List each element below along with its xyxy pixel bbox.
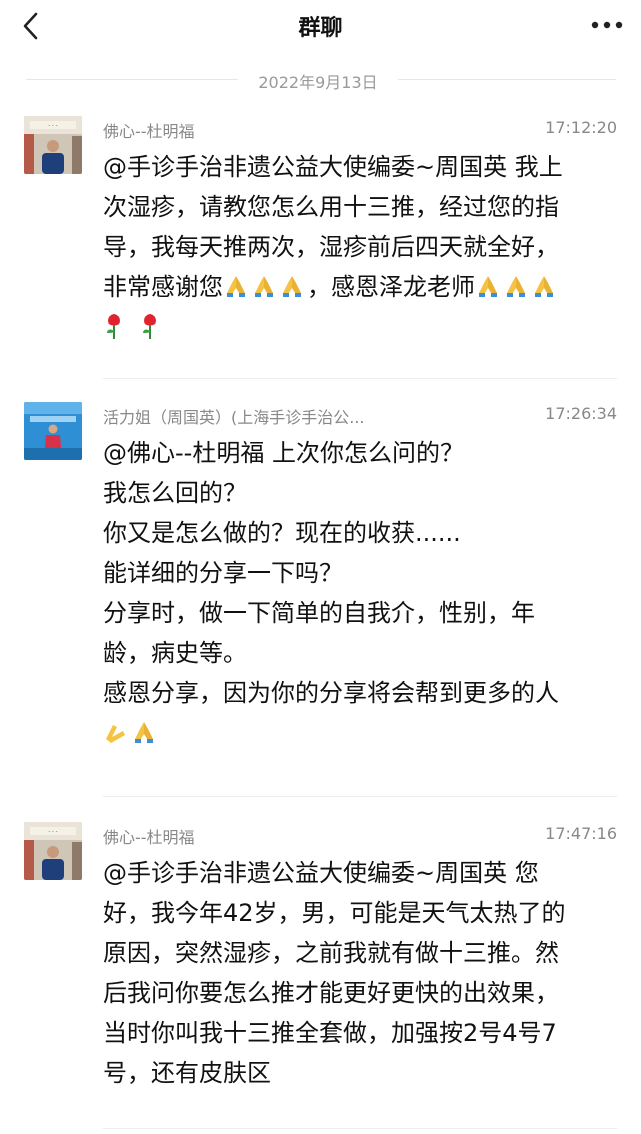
- message-line: 能详细的分享一下吗？: [103, 559, 343, 587]
- message-line: 分享时，做一下简单的自我介，性别，年: [103, 599, 535, 627]
- sender-name[interactable]: 活力姐（周国英）(上海手诊手治公...: [103, 404, 403, 428]
- date-separator: 2022年9月13日: [0, 66, 641, 92]
- message-text: @手诊手治非遗公益大使编委~周国英 您 好，我今年42岁，男，可能是天气太热了的…: [103, 853, 613, 1093]
- message-line: 原因，突然湿疹，之前我就有做十三推。然: [103, 939, 559, 967]
- message-line: [103, 307, 613, 347]
- sender-name[interactable]: 佛心--杜明福: [103, 824, 403, 848]
- message-item: 活力姐（周国英）(上海手诊手治公... 17:26:34 @佛心--杜明福 上次…: [0, 402, 641, 802]
- message-line: 非常感谢您 ，感恩泽龙老师: [103, 267, 613, 307]
- folded-hands-emoji: [535, 276, 553, 297]
- date-label: 2022年9月13日: [258, 73, 378, 92]
- divider: [103, 378, 617, 379]
- folded-hands-emoji: [507, 276, 525, 297]
- divider: [398, 79, 616, 80]
- message-line: @佛心--杜明福 上次你怎么问的？: [103, 439, 464, 467]
- folded-hands-emoji: [479, 276, 497, 297]
- folded-hands-emoji: [227, 276, 245, 297]
- message-line: 导，我每天推两次，湿疹前后四天就全好，: [103, 233, 559, 261]
- message-line: 龄，病史等。: [103, 639, 247, 667]
- folded-hands-emoji: [283, 276, 301, 297]
- message-item: · · · 佛心--杜明福 17:12:20 @手诊手治非遗公益大使编委~周国英…: [0, 116, 641, 380]
- message-item: · · · 佛心--杜明福 17:47:16 @手诊手治非遗公益大使编委~周国英…: [0, 822, 641, 1134]
- message-text: @手诊手治非遗公益大使编委~周国英 我上 次湿疹，请教您怎么用十三推，经过您的指…: [103, 147, 613, 347]
- avatar[interactable]: · · ·: [24, 116, 82, 174]
- divider: [26, 79, 238, 80]
- message-line-part: 非常感谢您: [103, 273, 223, 301]
- message-line: 好，我今年42岁，男，可能是天气太热了的: [103, 899, 566, 927]
- message-line: @手诊手治非遗公益大使编委~周国英 您: [103, 859, 539, 887]
- message-line: 你又是怎么做的？现在的收获......: [103, 519, 461, 547]
- folded-hands-emoji: [255, 276, 273, 297]
- sender-name[interactable]: 佛心--杜明福: [103, 118, 403, 142]
- message-line: 我怎么回的？: [103, 479, 247, 507]
- message-line: @手诊手治非遗公益大使编委~周国英 我上: [103, 153, 563, 181]
- message-line: 后我问你要怎么推才能更好更快的出效果，: [103, 979, 559, 1007]
- message-time: 17:47:16: [545, 824, 617, 843]
- message-time: 17:12:20: [545, 118, 617, 137]
- chat-header: 群聊: [0, 0, 641, 52]
- folded-hands-emoji: [135, 722, 153, 743]
- divider: [103, 1128, 617, 1129]
- svg-text:· · ·: · · ·: [48, 123, 58, 130]
- avatar[interactable]: · · ·: [24, 822, 82, 880]
- message-line-part: ，感恩泽龙老师: [307, 273, 475, 301]
- folded-hands-emoji: [106, 725, 125, 743]
- message-line: 次湿疹，请教您怎么用十三推，经过您的指: [103, 193, 559, 221]
- page-title: 群聊: [298, 16, 343, 41]
- message-time: 17:26:34: [545, 404, 617, 423]
- rose-emoji: [107, 314, 120, 339]
- message-line: 当时你叫我十三推全套做，加强按2号4号7: [103, 1019, 557, 1047]
- message-line: [103, 713, 613, 753]
- message-line: 感恩分享，因为你的分享将会帮到更多的人: [103, 679, 559, 707]
- message-text: @佛心--杜明福 上次你怎么问的？ 我怎么回的？ 你又是怎么做的？现在的收获..…: [103, 433, 613, 753]
- divider: [103, 796, 617, 797]
- more-dots-icon: [591, 21, 623, 29]
- svg-text:· · ·: · · ·: [48, 829, 58, 836]
- message-line: 号，还有皮肤区: [103, 1059, 271, 1087]
- more-button[interactable]: [587, 10, 627, 40]
- avatar[interactable]: [24, 402, 82, 460]
- rose-emoji: [143, 314, 156, 339]
